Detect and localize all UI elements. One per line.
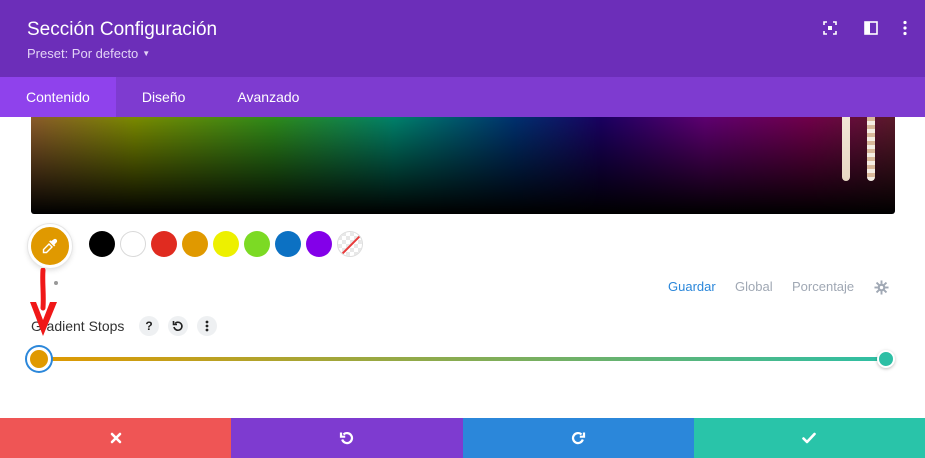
- swatch-black[interactable]: [89, 231, 115, 257]
- sidebar-layout-icon[interactable]: [863, 20, 879, 36]
- red-arrow-annotation: [30, 268, 57, 336]
- tab-contenido[interactable]: Contenido: [0, 77, 116, 117]
- gradient-preview-bar[interactable]: [40, 357, 886, 361]
- fullscreen-icon[interactable]: [822, 20, 838, 36]
- close-icon: [110, 432, 121, 444]
- swatch-yellow[interactable]: [213, 231, 239, 257]
- undo-button[interactable]: [231, 418, 463, 458]
- color-spectrum-area[interactable]: [31, 117, 895, 214]
- swatch-white[interactable]: [120, 231, 146, 257]
- preset-selector[interactable]: Preset: Por defecto ▼: [27, 46, 150, 61]
- gradient-stop-end[interactable]: [877, 350, 895, 368]
- eyedropper-button[interactable]: [28, 224, 72, 268]
- more-options-button[interactable]: [197, 316, 217, 336]
- swatch-orange[interactable]: [182, 231, 208, 257]
- swatch-blue[interactable]: [275, 231, 301, 257]
- undo-icon: [339, 431, 353, 445]
- vertical-dots-icon: [205, 320, 209, 332]
- save-button[interactable]: [693, 418, 925, 458]
- swatch-green[interactable]: [244, 231, 270, 257]
- swatch-red[interactable]: [151, 231, 177, 257]
- tab-diseno[interactable]: Diseño: [116, 77, 212, 117]
- save-color-link[interactable]: Guardar: [668, 279, 716, 294]
- percentage-link[interactable]: Porcentaje: [792, 279, 854, 294]
- checkmark-icon: [802, 432, 817, 444]
- gradient-stop-start[interactable]: [27, 347, 51, 371]
- reset-button[interactable]: [168, 316, 188, 336]
- gear-icon[interactable]: [874, 280, 889, 295]
- hue-slider[interactable]: [842, 117, 850, 181]
- modal-title: Sección Configuración: [27, 19, 218, 40]
- caret-down-icon: ▼: [142, 49, 151, 58]
- tab-bar: Contenido Diseño Avanzado: [0, 77, 925, 117]
- swatch-purple[interactable]: [306, 231, 332, 257]
- reset-icon: [172, 321, 183, 331]
- footer-actions: [0, 418, 925, 458]
- more-options-icon[interactable]: [897, 20, 913, 36]
- tab-avanzado[interactable]: Avanzado: [211, 77, 325, 117]
- help-button[interactable]: ?: [139, 316, 159, 336]
- eyedropper-icon: [42, 238, 58, 254]
- help-icon: ?: [145, 319, 153, 333]
- preset-label: Preset: Por defecto: [27, 46, 139, 61]
- cancel-button[interactable]: [0, 418, 232, 458]
- swatch-transparent[interactable]: [337, 231, 363, 257]
- redo-icon: [572, 431, 586, 445]
- redo-button[interactable]: [462, 418, 694, 458]
- opacity-slider[interactable]: [867, 117, 875, 181]
- modal-header: Sección Configuración Preset: Por defect…: [0, 0, 925, 77]
- global-color-link[interactable]: Global: [735, 279, 773, 294]
